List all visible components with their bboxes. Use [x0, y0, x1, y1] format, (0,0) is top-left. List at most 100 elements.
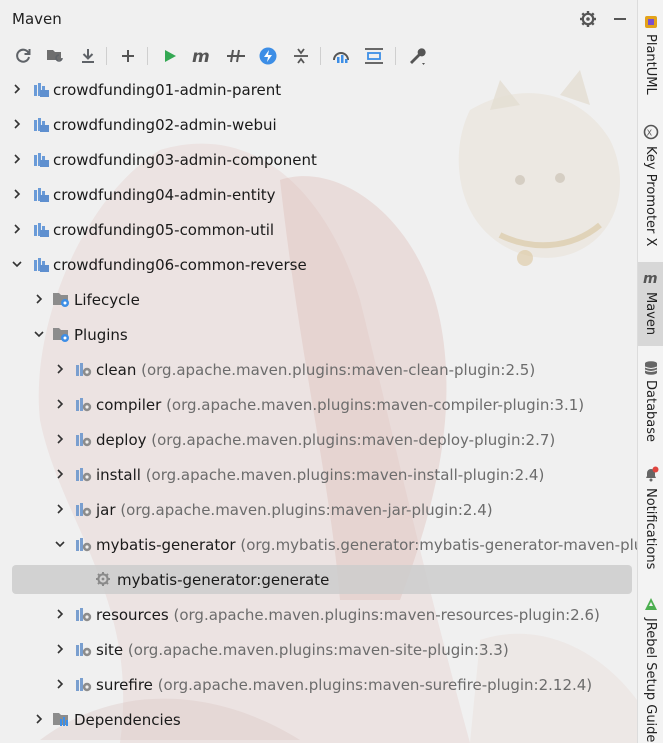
chevron-right-icon[interactable] [54, 608, 66, 620]
tree-row-plugin[interactable]: resources (org.apache.maven.plugins:mave… [0, 598, 637, 633]
svg-text:X: X [647, 129, 653, 138]
notifications-icon [646, 466, 659, 482]
chevron-right-icon[interactable] [11, 153, 23, 165]
generate-sources-icon[interactable] [43, 44, 67, 68]
chevron-right-icon[interactable] [11, 118, 23, 130]
chevron-right-icon[interactable] [54, 643, 66, 655]
tab-jrebel-setup-guide[interactable]: JRebel Setup Guide [638, 592, 663, 743]
maven-project-icon [34, 153, 49, 167]
tree-row-label: Lifecycle [74, 291, 140, 309]
tree-row-plugin[interactable]: mybatis-generator (org.mybatis.generator… [0, 528, 637, 563]
tree-row-label: mybatis-generator:generate [117, 571, 330, 589]
maven-icon: m [643, 271, 658, 286]
maven-plugin-icon [76, 608, 92, 622]
tree-row-label: compiler (org.apache.maven.plugins:maven… [96, 396, 585, 414]
tree-row-label: surefire (org.apache.maven.plugins:maven… [96, 676, 593, 694]
chevron-right-icon[interactable] [54, 678, 66, 690]
tree-row-plugin[interactable]: install (org.apache.maven.plugins:maven-… [0, 458, 637, 493]
tree-row-label: install (org.apache.maven.plugins:maven-… [96, 466, 545, 484]
key-promoter-icon: X [643, 124, 659, 140]
tree-row-plugin[interactable]: surefire (org.apache.maven.plugins:maven… [0, 668, 637, 703]
tree-row-plugins[interactable]: Plugins [0, 318, 637, 353]
gear-icon[interactable] [578, 9, 598, 29]
tree-row-plugin[interactable]: jar (org.apache.maven.plugins:maven-jar-… [0, 493, 637, 528]
maven-plugin-icon [76, 643, 92, 657]
maven-project-icon [34, 258, 49, 272]
maven-toolbar: m [0, 40, 637, 72]
tree-row-label: clean (org.apache.maven.plugins:maven-cl… [96, 361, 536, 379]
tab-plantuml[interactable]: PlantUML [638, 10, 663, 105]
folder-settings-icon [53, 328, 69, 342]
chevron-right-icon[interactable] [54, 363, 66, 375]
toggle-offline-mode-icon[interactable] [224, 44, 248, 68]
chevron-right-icon[interactable] [54, 503, 66, 515]
chevron-right-icon[interactable] [11, 223, 23, 235]
chevron-right-icon[interactable] [54, 433, 66, 445]
analyze-dependencies-icon[interactable] [362, 44, 386, 68]
maven-plugin-icon [76, 398, 92, 412]
toolbar-separator [395, 47, 396, 65]
tree-row-plugin[interactable]: compiler (org.apache.maven.plugins:maven… [0, 388, 637, 423]
tree-row-lifecycle[interactable]: Lifecycle [0, 283, 637, 318]
tree-row-project[interactable]: crowdfunding02-admin-webui [0, 108, 637, 143]
tab-database[interactable]: Database [638, 356, 663, 446]
dependencies-folder-icon [53, 713, 68, 726]
chevron-down-icon[interactable] [54, 538, 66, 550]
tab-maven[interactable]: m Maven [638, 262, 663, 346]
tree-row-project[interactable]: crowdfunding04-admin-entity [0, 178, 637, 213]
tree-row-plugin[interactable]: clean (org.apache.maven.plugins:maven-cl… [0, 353, 637, 388]
chevron-down-icon[interactable] [11, 258, 23, 270]
tab-key-promoter-x[interactable]: X Key Promoter X [638, 120, 663, 250]
chevron-right-icon[interactable] [54, 468, 66, 480]
jrebel-icon [645, 598, 657, 610]
tree-row-label: crowdfunding01-admin-parent [53, 81, 282, 99]
tree-row-project[interactable]: crowdfunding05-common-util [0, 213, 637, 248]
gear-icon [96, 572, 110, 586]
tree-row-label: deploy (org.apache.maven.plugins:maven-d… [96, 431, 556, 449]
tree-row-label: site (org.apache.maven.plugins:maven-sit… [96, 641, 509, 659]
chevron-right-icon[interactable] [33, 713, 45, 725]
chevron-right-icon[interactable] [54, 398, 66, 410]
tree-row-goal-selected[interactable]: mybatis-generator:generate [0, 563, 637, 598]
tab-label: Notifications [643, 488, 658, 570]
tree-row-project[interactable]: crowdfunding06-common-reverse [0, 248, 637, 283]
execute-maven-goal-icon[interactable]: m [190, 44, 214, 68]
tab-label: Database [643, 380, 658, 443]
tree-row-label: crowdfunding02-admin-webui [53, 116, 277, 134]
maven-project-icon [34, 83, 49, 97]
chevron-right-icon[interactable] [11, 83, 23, 95]
tree-row-label: Plugins [74, 326, 128, 344]
maven-plugin-icon [76, 433, 92, 447]
tree-row-plugin[interactable]: deploy (org.apache.maven.plugins:maven-d… [0, 423, 637, 458]
tab-label: JRebel Setup Guide [643, 618, 658, 743]
chevron-down-icon[interactable] [33, 328, 45, 340]
maven-plugin-icon [76, 468, 92, 482]
download-sources-icon[interactable] [76, 44, 100, 68]
tool-window-title: Maven [12, 10, 62, 28]
tree-row-plugin[interactable]: site (org.apache.maven.plugins:maven-sit… [0, 633, 637, 668]
chevron-right-icon[interactable] [11, 188, 23, 200]
tree-row-label: jar (org.apache.maven.plugins:maven-jar-… [96, 501, 493, 519]
toolbar-separator [147, 47, 148, 65]
build-tool-settings-icon[interactable] [405, 44, 429, 68]
maven-plugin-icon [76, 678, 92, 692]
reload-all-maven-projects-icon[interactable] [11, 44, 35, 68]
skip-tests-icon[interactable] [256, 44, 280, 68]
tab-notifications[interactable]: Notifications [638, 462, 663, 572]
run-maven-build-icon[interactable] [158, 44, 182, 68]
tree-row-dependencies[interactable]: Dependencies [0, 703, 637, 738]
toolbar-separator [320, 47, 321, 65]
tree-row-label: crowdfunding06-common-reverse [53, 256, 307, 274]
collapse-all-icon[interactable] [329, 44, 353, 68]
minimize-icon[interactable] [610, 9, 630, 29]
tree-row-project[interactable]: crowdfunding01-admin-parent [0, 73, 637, 108]
maven-project-icon [34, 223, 49, 237]
show-dependencies-icon[interactable] [289, 44, 313, 68]
svg-text:m: m [192, 47, 210, 65]
maven-plugin-icon [76, 503, 92, 517]
maven-plugin-icon [76, 363, 92, 377]
add-maven-project-icon[interactable] [116, 44, 140, 68]
tree-row-label: resources (org.apache.maven.plugins:mave… [96, 606, 600, 624]
chevron-right-icon[interactable] [33, 293, 45, 305]
tree-row-project[interactable]: crowdfunding03-admin-component [0, 143, 637, 178]
